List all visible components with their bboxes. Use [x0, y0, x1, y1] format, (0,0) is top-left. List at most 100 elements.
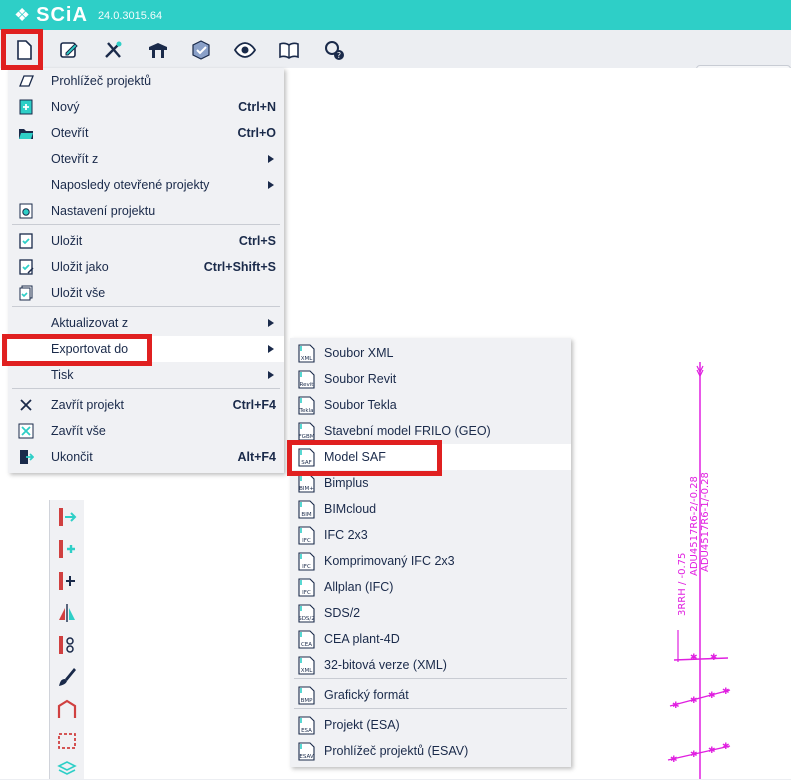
drawing-label: 3RRH / -0.75 — [677, 553, 688, 616]
beam-extend-icon[interactable] — [56, 506, 78, 528]
frame-grid-icon[interactable] — [56, 730, 78, 752]
file-format-icon: Revit — [298, 370, 315, 389]
menu-item-label: Uložit jako — [51, 260, 109, 274]
menu-item-shortcut: Ctrl+S — [238, 234, 276, 248]
file-menu-item[interactable]: Zavřít projekt Ctrl+F4 — [8, 392, 284, 418]
file-format-icon: ESAV — [298, 742, 315, 761]
file-menu-item[interactable]: Uložit Ctrl+S — [8, 228, 284, 254]
beam-add-icon[interactable] — [56, 538, 78, 560]
file-menu-item[interactable]: Otevřít Ctrl+O — [8, 120, 284, 146]
edit-icon — [60, 42, 78, 58]
eye-icon — [234, 42, 256, 58]
file-menu-item[interactable]: Ukončit Alt+F4 — [8, 444, 284, 470]
file-format-icon: IFC — [298, 578, 315, 597]
file-format-icon: BIM+ — [298, 474, 315, 493]
submenu-arrow-icon — [268, 345, 274, 353]
export-menu-item[interactable]: BMP Grafický formát — [290, 682, 571, 708]
edit-button[interactable] — [55, 36, 83, 64]
file-format-icon: XML — [298, 344, 315, 363]
menu-item-label: Otevřít z — [51, 152, 99, 166]
docs-button[interactable] — [275, 36, 303, 64]
model-button[interactable] — [144, 36, 172, 64]
menu-item-label: Ukončit — [51, 450, 93, 464]
frame-icon[interactable] — [56, 698, 78, 720]
export-menu-item[interactable]: IFC IFC 2x3 — [290, 522, 571, 548]
svg-text:✱: ✱ — [670, 755, 678, 765]
export-menu-item[interactable]: CEA CEA plant-4D — [290, 626, 571, 652]
menu-item-shortcut: Ctrl+Shift+S — [203, 260, 276, 274]
export-menu-item[interactable]: Revit Soubor Revit — [290, 366, 571, 392]
cut-icon[interactable] — [56, 634, 78, 656]
save-as-icon — [19, 259, 34, 275]
submenu-arrow-icon — [268, 181, 274, 189]
menu-item-label: IFC 2x3 — [324, 528, 368, 542]
mirror-icon[interactable] — [56, 602, 78, 624]
file-format-icon: IFC — [298, 526, 315, 545]
file-menu-item[interactable]: Zavřít vše — [8, 418, 284, 444]
tools-icon — [105, 41, 122, 58]
file-format-icon: XML — [298, 656, 315, 675]
file-menu-item[interactable]: Nastavení projektu — [8, 198, 284, 224]
menu-item-label: Model SAF — [324, 450, 386, 464]
tools-button[interactable] — [99, 36, 127, 64]
export-menu-item[interactable]: ESA Projekt (ESA) — [290, 712, 571, 738]
export-menu-item[interactable]: XML 32-bitová verze (XML) — [290, 652, 571, 678]
file-menu-item[interactable]: Uložit jako Ctrl+Shift+S — [8, 254, 284, 280]
file-format-icon: SAF — [298, 448, 315, 467]
menu-item-label: Naposledy otevřené projekty — [51, 178, 210, 192]
help-button[interactable]: ? — [320, 36, 348, 64]
view-button[interactable] — [231, 36, 259, 64]
export-menu-item[interactable]: XML Soubor XML — [290, 340, 571, 366]
export-menu-item[interactable]: Tekla Soubor Tekla — [290, 392, 571, 418]
export-menu-item[interactable]: ESAV Prohlížeč projektů (ESAV) — [290, 738, 571, 764]
submenu-arrow-icon — [268, 319, 274, 327]
submenu-arrow-icon — [268, 371, 274, 379]
brush-icon[interactable] — [56, 666, 78, 688]
file-menu-item[interactable]: Exportovat do — [8, 336, 284, 362]
file-menu-item[interactable]: Uložit vše — [8, 280, 284, 306]
file-menu-item[interactable]: Otevřít z — [8, 146, 284, 172]
menu-item-label: Prohlížeč projektů (ESAV) — [324, 744, 469, 758]
scia-logo-icon: ❖ — [14, 5, 31, 25]
svg-text:FGBM: FGBM — [299, 434, 315, 440]
menu-item-shortcut: Alt+F4 — [237, 450, 276, 464]
file-menu-button[interactable] — [10, 36, 38, 64]
project-viewer-icon — [19, 75, 34, 87]
svg-text:✱: ✱ — [672, 701, 680, 711]
file-menu-item[interactable]: Prohlížeč projektů — [8, 68, 284, 94]
export-menu-item[interactable]: IFC Komprimovaný IFC 2x3 — [290, 548, 571, 574]
file-menu-item[interactable]: Tisk — [8, 362, 284, 388]
file-menu-item[interactable]: Naposledy otevřené projekty — [8, 172, 284, 198]
file-format-icon: IFC — [298, 552, 315, 571]
file-menu-item[interactable]: Aktualizovat z — [8, 310, 284, 336]
menu-item-label: Uložit — [51, 234, 83, 248]
file-menu-item[interactable]: Nový Ctrl+N — [8, 94, 284, 120]
svg-text:✱: ✱ — [690, 696, 698, 706]
beam-split-icon[interactable] — [56, 570, 78, 592]
svg-text:✱: ✱ — [690, 653, 698, 663]
close-all-icon — [18, 423, 34, 439]
export-menu-item[interactable]: BIM BIMcloud — [290, 496, 571, 522]
export-menu-item[interactable]: SAF Model SAF — [290, 444, 571, 470]
export-menu-item[interactable]: SDS/2 SDS/2 — [290, 600, 571, 626]
file-format-icon: FGBM — [298, 422, 315, 441]
menu-item-label: Prohlížeč projektů — [51, 74, 152, 88]
svg-text:XML: XML — [301, 668, 314, 674]
export-menu-item[interactable]: BIM+ Bimplus — [290, 470, 571, 496]
layers-icon[interactable] — [56, 758, 78, 780]
side-toolbar — [49, 500, 84, 779]
check-button[interactable] — [187, 36, 215, 64]
menu-item-label: BIMcloud — [324, 502, 377, 516]
menu-item-label: Zavřít vše — [51, 424, 106, 438]
export-submenu: XML Soubor XML Revit Soubor Revit Tekla Soubo… — [290, 338, 571, 767]
structure-drawing: ✱ ✱ ✱ ✱ ✱ ✱ ✱ ✱ ✱ ✱ 3RRH / -0.75 ADU4517R6-2/-0… — [667, 362, 731, 779]
menu-item-label: Grafický formát — [324, 688, 409, 702]
drawing-label: ADU4517R6-1/-0.28 — [700, 472, 711, 572]
cube-check-icon — [192, 40, 210, 60]
export-menu-item[interactable]: IFC Allplan (IFC) — [290, 574, 571, 600]
file-format-icon: Tekla — [298, 396, 315, 415]
menu-item-shortcut: Ctrl+F4 — [232, 398, 276, 412]
file-format-icon: BIM — [298, 500, 315, 519]
export-menu-item[interactable]: FGBM Stavební model FRILO (GEO) — [290, 418, 571, 444]
menu-item-label: Zavřít projekt — [51, 398, 124, 412]
